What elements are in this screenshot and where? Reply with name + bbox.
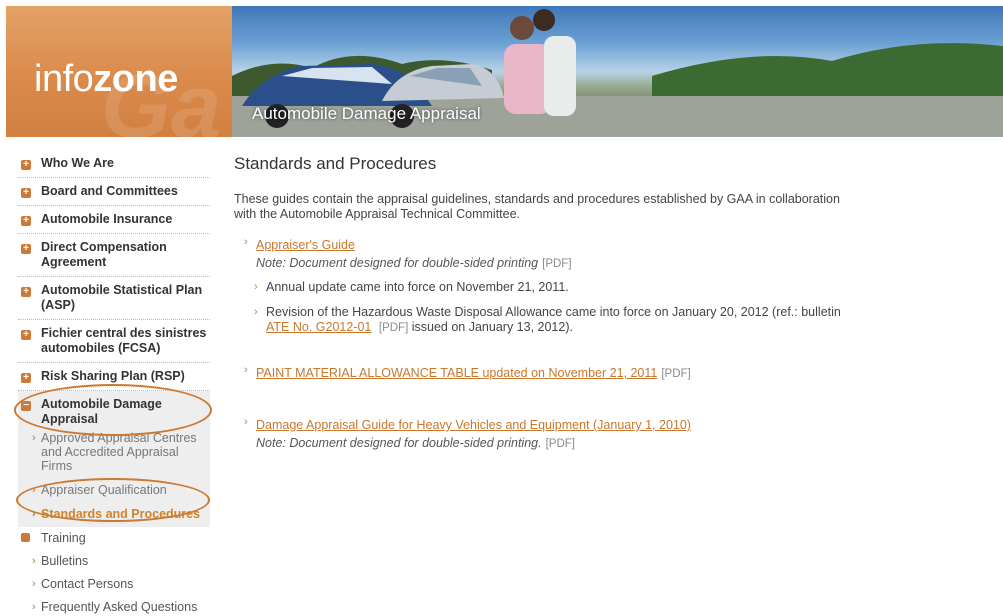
sidebar-item-label: Automobile Damage Appraisal (41, 397, 162, 426)
sidebar-item-auto-insurance[interactable]: + Automobile Insurance (18, 206, 210, 234)
heavy-vehicles-link[interactable]: Damage Appraisal Guide for Heavy Vehicle… (256, 418, 691, 432)
plus-square-icon: + (21, 244, 31, 254)
sidebar-item-contact[interactable]: › Contact Persons (18, 575, 210, 593)
pdf-tag: [PDF] (545, 438, 575, 450)
chevron-right-icon: › (244, 236, 248, 248)
plus-square-icon: + (21, 160, 31, 170)
bulletin-link[interactable]: ATE No. G2012-01 (266, 320, 371, 334)
doc-heavy-vehicles: › Damage Appraisal Guide for Heavy Vehic… (244, 416, 854, 452)
sidebar-item-dca[interactable]: + Direct Compensation Agreement (18, 234, 210, 277)
chevron-right-icon: › (32, 555, 36, 567)
plus-square-icon: + (21, 373, 31, 383)
doc-subnote-annual-update: › Annual update came into force on Novem… (254, 280, 569, 294)
chevron-right-icon: › (32, 601, 36, 613)
sidebar-item-label: Risk Sharing Plan (RSP) (41, 369, 185, 383)
chevron-right-icon: › (32, 484, 36, 496)
pdf-tag: [PDF] (378, 322, 409, 334)
sidebar-item-label: Board and Committees (41, 184, 178, 198)
sidebar-item-label: Automobile Insurance (41, 212, 173, 226)
infozone-logo[interactable]: Ga infozone (6, 6, 232, 137)
sidebar-item-bulletins[interactable]: › Bulletins (18, 552, 210, 570)
sidebar-subitem-appraiser-qualification[interactable]: › Appraiser Qualification (18, 481, 210, 499)
site-banner: Ga infozone (6, 6, 1003, 137)
sidebar-item-faq[interactable]: › Frequently Asked Questions (18, 598, 210, 616)
plus-square-icon: + (21, 287, 31, 297)
appraisers-guide-link[interactable]: Appraiser's Guide (256, 238, 355, 252)
minus-square-icon: − (21, 401, 31, 411)
main-content: Standards and Procedures These guides co… (234, 150, 854, 452)
sidebar-item-board[interactable]: + Board and Committees (18, 178, 210, 206)
doc-appraisers-guide: › Appraiser's Guide Note: Document desig… (244, 236, 854, 272)
plus-square-icon: + (21, 188, 31, 198)
plus-square-icon: + (21, 216, 31, 226)
banner-title: Automobile Damage Appraisal (252, 104, 481, 123)
doc-paint-table: › PAINT MATERIAL ALLOWANCE TABLE updated… (244, 364, 854, 382)
chevron-right-icon: › (32, 432, 36, 444)
plus-square-icon (21, 533, 30, 542)
sidebar-item-label: Direct Compensation Agreement (41, 240, 167, 269)
chevron-right-icon: › (244, 416, 248, 428)
sidebar-active-group: − Automobile Damage Appraisal › Approved… (18, 391, 210, 527)
sidebar-item-fcsa[interactable]: + Fichier central des sinistres automobi… (18, 320, 210, 363)
sidebar-subitem-standards-procedures[interactable]: › Standards and Procedures (18, 505, 210, 527)
logo-text: infozone (34, 58, 178, 100)
page-title: Standards and Procedures (234, 154, 437, 173)
chevron-right-icon: › (32, 578, 36, 590)
chevron-right-icon: › (32, 508, 36, 520)
doc-subnote-revision: › Revision of the Hazardous Waste Dispos… (254, 305, 841, 334)
intro-text: These guides contain the appraisal guide… (234, 192, 840, 221)
paint-table-link[interactable]: PAINT MATERIAL ALLOWANCE TABLE updated o… (256, 366, 657, 380)
sidebar-item-asp[interactable]: + Automobile Statistical Plan (ASP) (18, 277, 210, 320)
pdf-tag: [PDF] (542, 258, 572, 270)
sidebar-item-training[interactable]: Training (18, 529, 210, 547)
sidebar-subitem-approved-centres[interactable]: › Approved Appraisal Centres and Accredi… (18, 429, 210, 475)
sidebar-item-label: Automobile Statistical Plan (ASP) (41, 283, 203, 312)
chevron-right-icon: › (254, 306, 258, 318)
sidebar-item-who-we-are[interactable]: + Who We Are (18, 150, 210, 178)
chevron-right-icon: › (244, 364, 248, 376)
sidebar-nav: + Who We Are + Board and Committees + Au… (18, 150, 210, 616)
sidebar-item-damage-appraisal[interactable]: − Automobile Damage Appraisal (18, 391, 210, 429)
sidebar-item-label: Fichier central des sinistres automobile… (41, 326, 207, 355)
sidebar-item-rsp[interactable]: + Risk Sharing Plan (RSP) (18, 363, 210, 391)
doc-note: Note: Document designed for double-sided… (256, 256, 539, 270)
doc-note: Note: Document designed for double-sided… (256, 436, 542, 450)
sidebar-item-label: Who We Are (41, 156, 114, 170)
chevron-right-icon: › (254, 281, 258, 293)
pdf-tag: [PDF] (661, 368, 691, 380)
plus-square-icon: + (21, 330, 31, 340)
